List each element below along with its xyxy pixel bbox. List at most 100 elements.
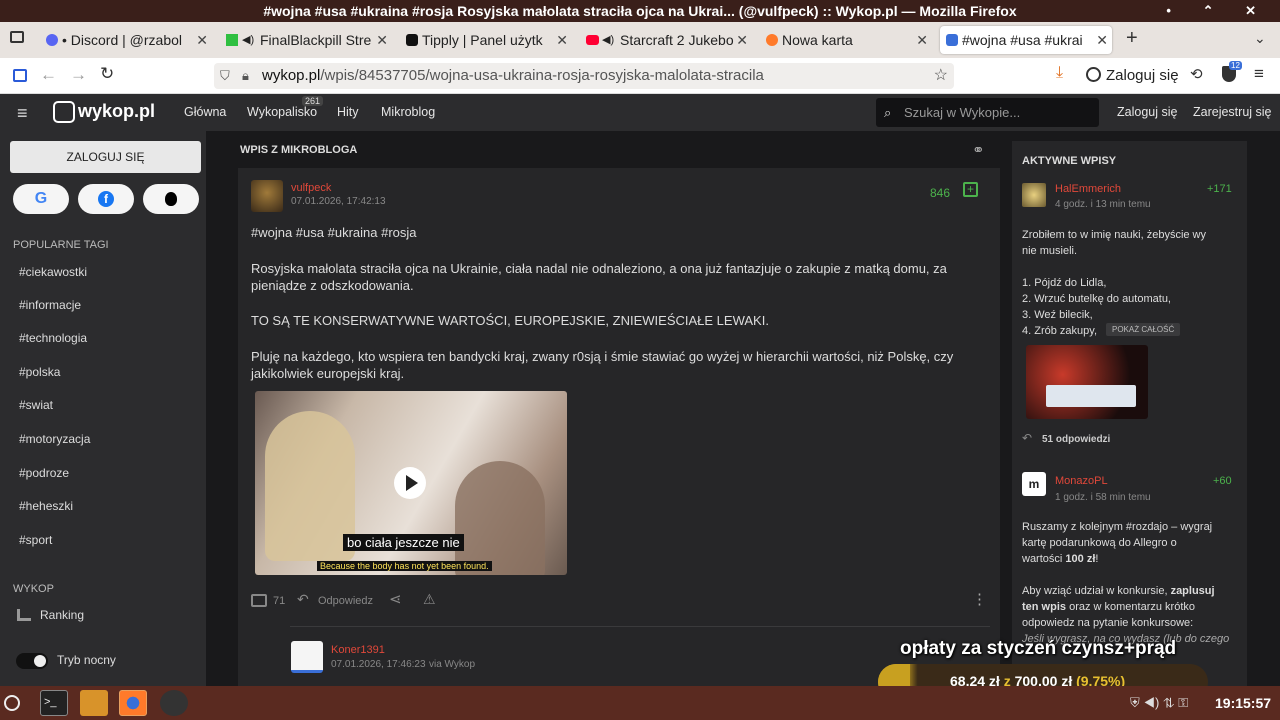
close-tab-icon[interactable]: ✕ (916, 26, 928, 54)
share-icon[interactable]: ⋖ (389, 590, 402, 608)
nav-mikroblog[interactable]: Mikroblog (381, 105, 435, 119)
post-author[interactable]: vulfpeck (291, 182, 331, 194)
tab-label: #wojna #usa #ukrai (962, 32, 1083, 48)
forward-icon[interactable]: → (70, 65, 87, 85)
bookmark-star-icon[interactable]: ☆ (934, 63, 948, 89)
site-logo[interactable]: wykop.pl (78, 101, 155, 122)
close-tab-icon[interactable]: ✕ (376, 26, 388, 54)
start-menu-icon[interactable] (4, 695, 20, 711)
nav-wykopalisko[interactable]: Wykopalisko (247, 105, 317, 119)
tag-item[interactable]: #polska (19, 365, 60, 379)
tag-item[interactable]: #swiat (19, 398, 53, 412)
lock-icon[interactable]: 🔒︎ (242, 63, 249, 89)
tag-item[interactable]: #sport (19, 533, 52, 547)
tab-list-icon[interactable] (10, 31, 24, 43)
tag-item[interactable]: #podroze (19, 466, 69, 480)
avatar[interactable] (291, 641, 323, 673)
sidebar-toggle-icon[interactable] (13, 69, 27, 82)
back-icon[interactable]: ← (40, 65, 57, 85)
ranking-icon (17, 609, 31, 621)
extension-icon[interactable]: ⟲ (1190, 65, 1203, 83)
firefox-taskbar-icon[interactable] (119, 690, 147, 716)
google-login-button[interactable]: G (13, 184, 69, 214)
night-mode-toggle-icon[interactable] (16, 653, 48, 669)
reload-icon[interactable]: ↻ (100, 64, 114, 84)
obs-icon[interactable] (160, 690, 188, 716)
video-embed[interactable]: bo ciała jeszcze nie Because the body ha… (255, 391, 567, 575)
avatar[interactable] (251, 180, 283, 212)
tab-label: • Discord | @rzabol (62, 32, 183, 48)
entry-text: 4. Zrób zakupy, (1022, 325, 1097, 337)
tag-item[interactable]: #heheszki (19, 499, 73, 513)
downloads-icon[interactable]: ⤓ (1056, 64, 1063, 82)
replies-count[interactable]: 51 odpowiedzi (1042, 434, 1110, 445)
show-all-button[interactable]: POKAŻ CAŁOŚĆ (1106, 323, 1181, 336)
facebook-icon: f (98, 191, 114, 207)
reply-button[interactable]: Odpowiedz (318, 595, 373, 607)
nav-hity[interactable]: Hity (337, 105, 359, 119)
account-login-label[interactable]: Zaloguj się (1106, 67, 1179, 84)
comment-author[interactable]: Koner1391 (331, 644, 385, 656)
wykop-logo-icon[interactable] (53, 101, 75, 123)
tab-finalblackpill[interactable]: ◀) FinalBlackpill Stre ✕ (220, 26, 392, 54)
login-link[interactable]: Zaloguj się (1117, 105, 1177, 119)
video-caption-en: Because the body has not yet been found. (317, 561, 492, 571)
new-tab-button[interactable]: + (1126, 27, 1138, 50)
popular-tags-title: POPULARNE TAGI (13, 239, 109, 251)
hamburger-icon[interactable]: ≡ (17, 103, 28, 124)
post-paragraph: Pluję na każdego, kto wspiera ten bandyc… (251, 349, 954, 381)
tracking-protection-icon[interactable]: ⛉ (220, 63, 230, 89)
tag-item[interactable]: #motoryzacja (19, 432, 90, 446)
tab-tipply[interactable]: Tipply | Panel użytk ✕ (400, 26, 572, 54)
nav-glowna[interactable]: Główna (184, 105, 226, 119)
site-search[interactable]: ⌕ Szukaj w Wykopie... (876, 98, 1099, 127)
close-tab-icon[interactable]: ✕ (556, 26, 568, 54)
video-person-right (455, 461, 545, 575)
close-window-button[interactable]: ✕ (1245, 3, 1270, 18)
entry-author[interactable]: MonazoPL (1055, 475, 1108, 487)
terminal-icon[interactable]: >_ (40, 690, 68, 716)
close-tab-icon[interactable]: ✕ (196, 26, 208, 54)
menu-icon[interactable]: ≡ (1254, 64, 1264, 84)
tag-item[interactable]: #informacje (19, 298, 81, 312)
tab-new[interactable]: Nowa karta ✕ (760, 26, 932, 54)
register-link[interactable]: Zarejestruj się (1193, 105, 1272, 119)
minimize-button[interactable]: • (1166, 3, 1185, 18)
tab-wykop[interactable]: #wojna #usa #ukrai ✕ (940, 26, 1112, 54)
play-icon[interactable] (394, 467, 426, 499)
tab-discord[interactable]: • Discord | @rzabol ✕ (40, 26, 212, 54)
upvote-button[interactable]: + (963, 182, 978, 197)
facebook-login-button[interactable]: f (78, 184, 134, 214)
link-icon[interactable]: ⚭ (972, 141, 985, 159)
taskbar: >_ ⛨ ◀) ⇅ ⚿ 19:15:57 (0, 686, 1280, 720)
close-tab-icon[interactable]: ✕ (1096, 26, 1108, 54)
entry-image[interactable] (1026, 345, 1148, 419)
avatar[interactable] (1022, 183, 1046, 207)
ranking-link[interactable]: Ranking (40, 608, 84, 622)
maximize-button[interactable]: ⌃ (1203, 3, 1228, 18)
avatar[interactable]: m (1022, 472, 1046, 496)
entry-author[interactable]: HalEmmerich (1055, 183, 1121, 195)
reply-icon[interactable]: ↶ (297, 591, 309, 608)
entry-text: Ruszamy z kolejnym #rozdajo – wygraj (1022, 521, 1213, 533)
video-person-left (265, 411, 355, 561)
apple-login-button[interactable] (143, 184, 199, 214)
tray-icons[interactable]: ⛨ ◀) ⇅ ⚿ (1130, 695, 1188, 711)
tag-item[interactable]: #ciekawostki (19, 265, 87, 279)
files-icon[interactable] (80, 690, 108, 716)
post-tags[interactable]: #wojna #usa #ukraina #rosja (251, 224, 981, 241)
entry-text: Aby wziąć udział w konkursie, zaplusuj (1022, 583, 1232, 599)
zaloguj-button[interactable]: ZALOGUJ SIĘ (10, 141, 201, 173)
account-icon[interactable] (1086, 67, 1101, 82)
window-buttons: • ⌃ ✕ (1166, 0, 1270, 22)
wykop-page: ≡ wykop.pl Główna Wykopalisko 261 Hity M… (0, 94, 1280, 686)
url-bar[interactable]: ⛉ 🔒︎ wykop.pl/wpis/84537705/wojna-usa-uk… (214, 63, 954, 89)
report-icon[interactable]: ⚠︎ (423, 591, 436, 608)
tab-overflow-icon[interactable]: ⌄ (1254, 30, 1266, 47)
close-tab-icon[interactable]: ✕ (736, 26, 748, 54)
more-options-icon[interactable]: ⋮ (972, 590, 987, 608)
comments-icon[interactable] (251, 594, 267, 607)
tab-starcraft[interactable]: ◀) Starcraft 2 Jukebo ✕ (580, 26, 752, 54)
comments-count[interactable]: 71 (273, 595, 285, 607)
tag-item[interactable]: #technologia (19, 331, 87, 345)
